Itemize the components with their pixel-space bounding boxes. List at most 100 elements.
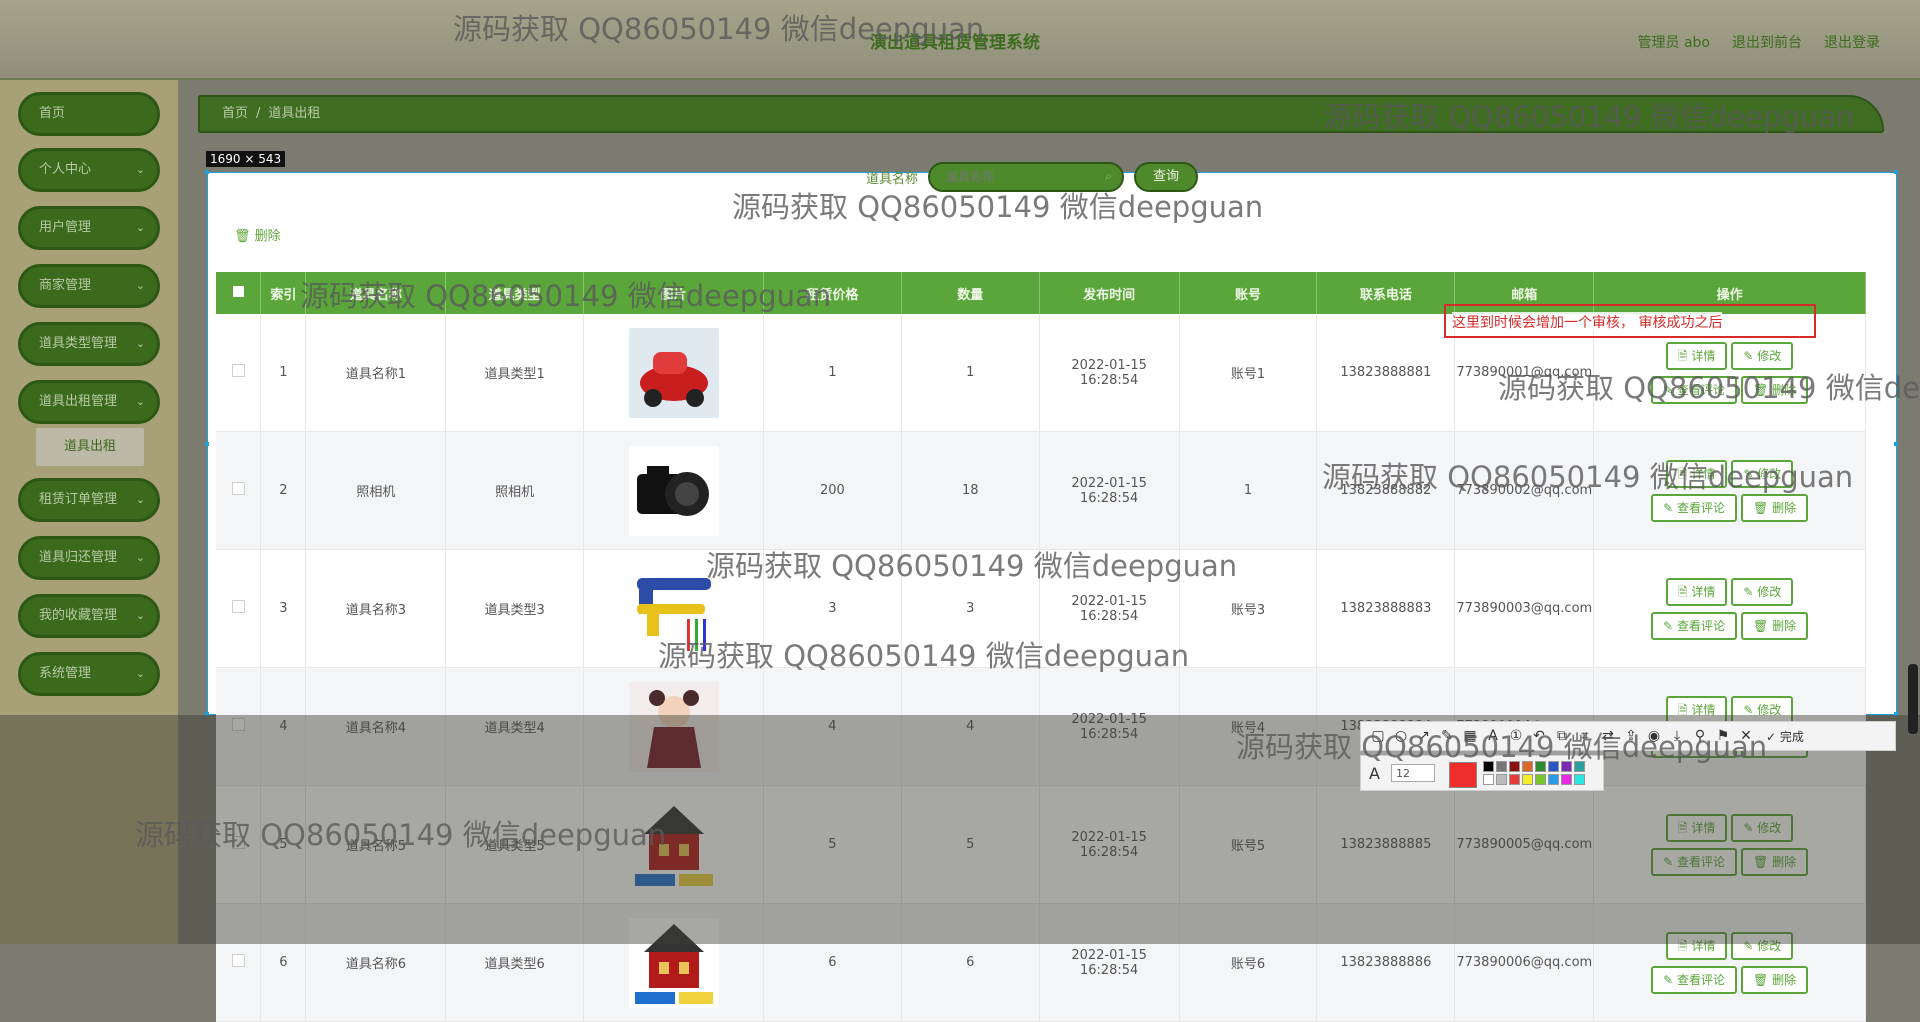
translate-icon[interactable]: ⇄ [1599, 728, 1617, 744]
color-swatch[interactable] [1548, 761, 1559, 772]
selection-handle[interactable] [205, 712, 209, 716]
view-comments-button[interactable]: ✎ 查看评论 [1651, 375, 1737, 404]
arrow-tool-icon[interactable]: ↗ [1415, 728, 1433, 744]
prop-image[interactable] [628, 327, 719, 418]
row-checkbox[interactable] [231, 600, 245, 613]
sidebar-item-3[interactable]: 商家管理 ⌄ [18, 264, 160, 308]
prop-image[interactable] [628, 917, 719, 1008]
current-color-swatch[interactable] [1449, 762, 1477, 788]
color-swatch[interactable] [1561, 774, 1572, 785]
back-to-front-link[interactable]: 退出到前台 [1732, 32, 1802, 52]
view-comments-button[interactable]: ✎ 查看评论 [1651, 611, 1737, 640]
table-row[interactable]: 6 道具名称6 道具类型6 6 6 2022-01-15 16:28:54 账号6 13823… [216, 903, 1866, 1022]
pen-tool-icon[interactable]: ✎ [1438, 728, 1456, 744]
admin-user-link[interactable]: 管理员 abo [1638, 32, 1710, 52]
color-swatch[interactable] [1574, 774, 1585, 785]
detail-button[interactable]: 🗎 详情 [1665, 459, 1728, 488]
delete-button[interactable]: 🗑 删除 [1741, 375, 1809, 404]
delete-button[interactable]: 🗑 删除 [1741, 611, 1809, 640]
table-row[interactable]: 5 道具名称5 道具类型5 5 5 2022-01-15 16:28:54 账号5 13823… [216, 785, 1866, 904]
selection-handle[interactable] [1894, 442, 1898, 446]
sidebar-item-6[interactable]: 租赁订单管理 ⌄ [18, 478, 160, 522]
detail-button[interactable]: 🗎 详情 [1665, 813, 1728, 842]
color-swatch[interactable] [1509, 774, 1520, 785]
color-swatch[interactable] [1522, 761, 1533, 772]
table-row[interactable]: 3 道具名称3 道具类型3 3 3 2022-01-15 16:28:54 账号3 13823… [216, 549, 1866, 668]
view-comments-button[interactable]: ✎ 查看评论 [1651, 847, 1737, 876]
row-checkbox[interactable] [231, 836, 245, 849]
table-row[interactable]: 2 照相机 照相机 200 18 2022-01-15 16:28:54 1 13823888… [216, 431, 1866, 550]
undo-icon[interactable]: ↶ [1530, 728, 1548, 744]
selection-handle[interactable] [1894, 712, 1898, 716]
font-size-select[interactable]: 12 [1391, 764, 1435, 782]
edit-button[interactable]: ✎ 修改 [1731, 813, 1794, 842]
text-tool-icon[interactable]: A [1484, 728, 1502, 744]
done-button[interactable]: ✓ 完成 [1766, 728, 1804, 745]
sidebar-item-1[interactable]: 个人中心 ⌄ [18, 148, 160, 192]
color-swatch[interactable] [1483, 761, 1494, 772]
detail-button[interactable]: 🗎 详情 [1665, 341, 1728, 370]
delete-button[interactable]: 🗑 删除 [1741, 965, 1809, 994]
query-button[interactable]: 查询 [1134, 162, 1199, 192]
search-input[interactable] [944, 169, 1099, 185]
search-field[interactable]: ⌕ [928, 162, 1125, 192]
delete-button[interactable]: 🗑 删除 [1741, 493, 1809, 522]
color-swatch[interactable] [1535, 774, 1546, 785]
edit-button[interactable]: ✎ 修改 [1731, 341, 1794, 370]
edit-button[interactable]: ✎ 修改 [1731, 459, 1794, 488]
detail-button[interactable]: 🗎 详情 [1665, 695, 1728, 724]
sidebar-item-8[interactable]: 我的收藏管理 ⌄ [18, 594, 160, 638]
ocr-icon[interactable]: ⌗ [1576, 728, 1594, 744]
color-swatch[interactable] [1483, 774, 1494, 785]
share-icon[interactable]: ⇪ [1622, 728, 1640, 744]
color-swatch[interactable] [1496, 761, 1507, 772]
sidebar-item-0[interactable]: 首页 [18, 92, 160, 136]
view-comments-button[interactable]: ✎ 查看评论 [1651, 965, 1737, 994]
row-checkbox[interactable] [231, 718, 245, 731]
color-swatch[interactable] [1561, 761, 1572, 772]
pin-icon[interactable]: ⚲ [1691, 728, 1709, 744]
crop-icon[interactable]: ⧉ [1553, 728, 1571, 744]
prop-image[interactable] [628, 445, 719, 536]
selection-handle[interactable] [205, 442, 209, 446]
close-icon[interactable]: ✕ [1737, 728, 1755, 744]
column-header[interactable] [216, 272, 262, 314]
color-swatch[interactable] [1548, 774, 1559, 785]
mosaic-tool-icon[interactable]: ▦ [1461, 728, 1479, 744]
color-swatch[interactable] [1522, 774, 1533, 785]
selection-handle[interactable] [1894, 170, 1898, 174]
download-icon[interactable]: ⤓ [1668, 728, 1686, 744]
sidebar-item-5[interactable]: 道具出租管理 ⌄ [18, 380, 160, 424]
scrollbar[interactable] [1908, 664, 1918, 734]
color-swatch[interactable] [1496, 774, 1507, 785]
edit-button[interactable]: ✎ 修改 [1731, 695, 1794, 724]
sidebar-item-4[interactable]: 道具类型管理 ⌄ [18, 322, 160, 366]
prop-image[interactable] [628, 799, 719, 890]
sidebar-item-2[interactable]: 用户管理 ⌄ [18, 206, 160, 250]
row-checkbox[interactable] [231, 482, 245, 495]
logout-link[interactable]: 退出登录 [1824, 32, 1880, 52]
rectangle-tool-icon[interactable]: ▢ [1369, 728, 1387, 744]
annotation-text[interactable]: 这里到时候会增加一个审核， 审核成功之后 [1452, 312, 1723, 332]
color-swatch[interactable] [1574, 761, 1585, 772]
ellipse-tool-icon[interactable]: ○ [1392, 728, 1410, 744]
batch-delete-button[interactable]: 🗑 删除 [234, 225, 281, 244]
select-all-checkbox[interactable] [232, 285, 244, 297]
selection-handle[interactable] [205, 170, 209, 174]
bookmark-icon[interactable]: ⚑ [1714, 728, 1732, 744]
number-tool-icon[interactable]: ① [1507, 728, 1525, 744]
delete-button[interactable]: 🗑 删除 [1741, 847, 1809, 876]
detail-button[interactable]: 🗎 详情 [1665, 577, 1728, 606]
sidebar-item-9[interactable]: 系统管理 ⌄ [18, 652, 160, 696]
sidebar-item-7[interactable]: 道具归还管理 ⌄ [18, 536, 160, 580]
view-comments-button[interactable]: ✎ 查看评论 [1651, 493, 1737, 522]
color-swatch[interactable] [1509, 761, 1520, 772]
breadcrumb-home[interactable]: 首页 [222, 106, 248, 121]
edit-button[interactable]: ✎ 修改 [1731, 931, 1794, 960]
detail-button[interactable]: 🗎 详情 [1665, 931, 1728, 960]
prop-image[interactable] [628, 681, 719, 772]
edit-button[interactable]: ✎ 修改 [1731, 577, 1794, 606]
submenu-item-prop-rental[interactable]: 道具出租 [36, 428, 144, 466]
record-icon[interactable]: ◉ [1645, 728, 1663, 744]
prop-image[interactable] [628, 563, 719, 654]
